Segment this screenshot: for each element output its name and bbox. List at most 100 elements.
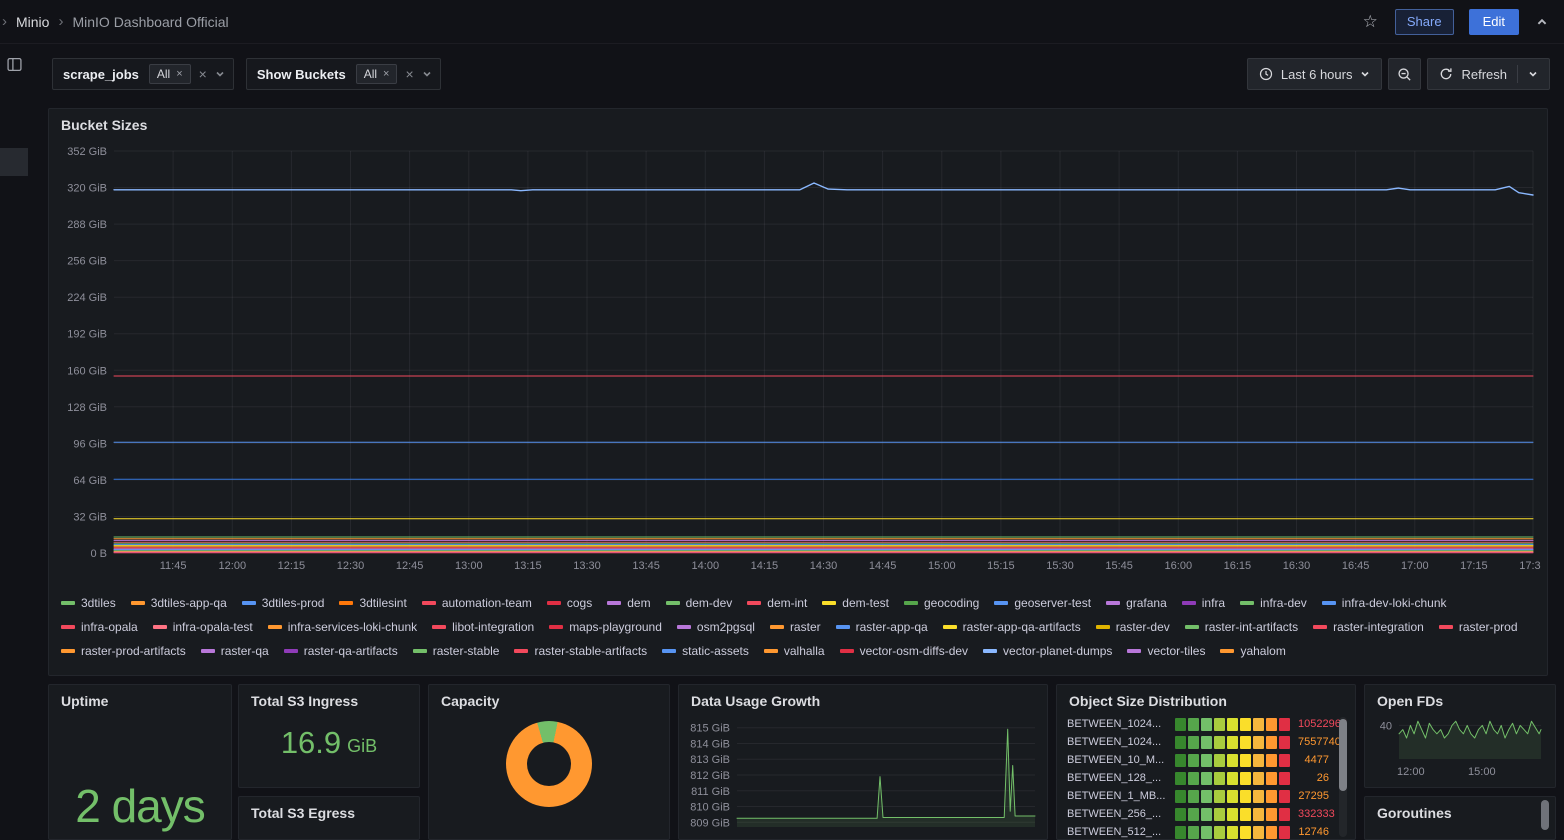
legend-item[interactable]: infra-opala-test [153, 615, 253, 639]
legend-item[interactable]: raster-dev [1096, 615, 1170, 639]
close-icon[interactable]: × [383, 69, 389, 80]
heatmap-cell[interactable] [1214, 736, 1225, 749]
heatmap-cell[interactable] [1188, 790, 1199, 803]
heatmap-cell[interactable] [1201, 772, 1212, 785]
heatmap-cell[interactable] [1227, 718, 1238, 731]
open-fds-chart[interactable]: 4012:0015:00 [1373, 711, 1549, 775]
heatmap-cell[interactable] [1279, 808, 1290, 821]
filter-value-chip[interactable]: All × [356, 64, 398, 84]
heatmap-cell[interactable] [1227, 772, 1238, 785]
heatmap-cell[interactable] [1214, 790, 1225, 803]
heatmap-cell[interactable] [1279, 790, 1290, 803]
breadcrumb-minio[interactable]: Minio [16, 14, 49, 30]
legend-item[interactable]: valhalla [764, 639, 825, 663]
heatmap-cell[interactable] [1227, 754, 1238, 767]
chevron-up-icon[interactable] [1534, 14, 1550, 30]
heatmap-cell[interactable] [1227, 736, 1238, 749]
heatmap-cell[interactable] [1266, 754, 1277, 767]
heatmap-cell[interactable] [1214, 826, 1225, 839]
heatmap-cell[interactable] [1201, 736, 1212, 749]
chevron-down-icon[interactable] [1528, 69, 1538, 79]
legend-item[interactable]: 3dtilesint [339, 591, 406, 615]
legend-item[interactable]: raster-app-qa-artifacts [943, 615, 1081, 639]
legend-item[interactable]: raster-qa [201, 639, 269, 663]
legend-item[interactable]: raster-int-artifacts [1185, 615, 1298, 639]
heatmap-cell[interactable] [1266, 718, 1277, 731]
heatmap-cell[interactable] [1201, 826, 1212, 839]
heatmap-cell[interactable] [1253, 772, 1264, 785]
heatmap-cell[interactable] [1175, 808, 1186, 821]
legend-item[interactable]: raster-prod-artifacts [61, 639, 186, 663]
legend-item[interactable]: dem [607, 591, 650, 615]
heatmap-cell[interactable] [1253, 808, 1264, 821]
legend-item[interactable]: infra-dev-loki-chunk [1322, 591, 1447, 615]
panel-title[interactable]: Goroutines [1365, 797, 1555, 823]
heatmap-cell[interactable] [1188, 808, 1199, 821]
heatmap-cell[interactable] [1266, 808, 1277, 821]
legend-item[interactable]: cogs [547, 591, 592, 615]
bucket-sizes-chart[interactable]: 352 GiB320 GiB288 GiB256 GiB224 GiB192 G… [57, 135, 1541, 585]
heatmap-cell[interactable] [1253, 736, 1264, 749]
legend-item[interactable]: grafana [1106, 591, 1167, 615]
heatmap-cell[interactable] [1240, 808, 1251, 821]
legend-item[interactable]: libot-integration [432, 615, 534, 639]
refresh-button[interactable]: Refresh [1427, 58, 1550, 90]
share-button[interactable]: Share [1395, 9, 1454, 35]
legend-item[interactable]: automation-team [422, 591, 532, 615]
heatmap-cell[interactable] [1240, 826, 1251, 839]
panel-title[interactable]: Object Size Distribution [1057, 685, 1355, 711]
heatmap-cell[interactable] [1279, 718, 1290, 731]
legend-item[interactable]: 3dtiles-prod [242, 591, 325, 615]
heatmap-cell[interactable] [1240, 754, 1251, 767]
heatmap-cell[interactable] [1175, 826, 1186, 839]
legend-item[interactable]: raster-qa-artifacts [284, 639, 398, 663]
heatmap-cell[interactable] [1175, 754, 1186, 767]
heatmap-cell[interactable] [1279, 772, 1290, 785]
heatmap-cell[interactable] [1240, 790, 1251, 803]
heatmap-cell[interactable] [1175, 790, 1186, 803]
heatmap-cell[interactable] [1253, 754, 1264, 767]
panel-toggle-icon[interactable] [7, 57, 22, 72]
legend-item[interactable]: infra-services-loki-chunk [268, 615, 417, 639]
legend-item[interactable]: raster-integration [1313, 615, 1424, 639]
legend-item[interactable]: dem-int [747, 591, 807, 615]
legend-item[interactable]: raster [770, 615, 821, 639]
heatmap-cell[interactable] [1214, 772, 1225, 785]
heatmap-cell[interactable] [1188, 736, 1199, 749]
heatmap-cell[interactable] [1266, 826, 1277, 839]
panel-title[interactable]: Data Usage Growth [679, 685, 1047, 711]
legend-item[interactable]: vector-planet-dumps [983, 639, 1112, 663]
legend-item[interactable]: infra [1182, 591, 1225, 615]
edit-button[interactable]: Edit [1469, 9, 1519, 35]
legend-item[interactable]: geocoding [904, 591, 979, 615]
panel-title[interactable]: Total S3 Ingress [239, 685, 419, 711]
legend-item[interactable]: vector-osm-diffs-dev [840, 639, 968, 663]
legend-item[interactable]: raster-prod [1439, 615, 1518, 639]
heatmap-cell[interactable] [1240, 718, 1251, 731]
legend-item[interactable]: 3dtiles-app-qa [131, 591, 227, 615]
legend-item[interactable]: osm2pgsql [677, 615, 755, 639]
heatmap-cell[interactable] [1279, 736, 1290, 749]
heatmap-cell[interactable] [1175, 772, 1186, 785]
heatmap-cell[interactable] [1266, 772, 1277, 785]
heatmap-cell[interactable] [1279, 754, 1290, 767]
heatmap-cell[interactable] [1201, 808, 1212, 821]
heatmap-cell[interactable] [1253, 790, 1264, 803]
panel-title[interactable]: Uptime [49, 685, 231, 711]
legend-item[interactable]: 3dtiles [61, 591, 116, 615]
heatmap-cell[interactable] [1279, 826, 1290, 839]
star-icon[interactable]: ☆ [1361, 11, 1380, 32]
heatmap-cell[interactable] [1188, 754, 1199, 767]
heatmap-cell[interactable] [1175, 718, 1186, 731]
data-usage-growth-chart[interactable]: 815 GiB814 GiB813 GiB812 GiB811 GiB810 G… [687, 711, 1041, 833]
chevron-down-icon[interactable] [422, 69, 440, 79]
zoom-out-button[interactable] [1388, 58, 1421, 90]
legend-item[interactable]: yahalom [1220, 639, 1285, 663]
scrollbar-thumb[interactable] [1339, 719, 1347, 791]
heatmap-cell[interactable] [1201, 754, 1212, 767]
heatmap-cell[interactable] [1227, 808, 1238, 821]
heatmap-cell[interactable] [1214, 808, 1225, 821]
sidebar-scroll-thumb[interactable] [0, 148, 28, 176]
legend-item[interactable]: static-assets [662, 639, 749, 663]
heatmap-cell[interactable] [1253, 826, 1264, 839]
